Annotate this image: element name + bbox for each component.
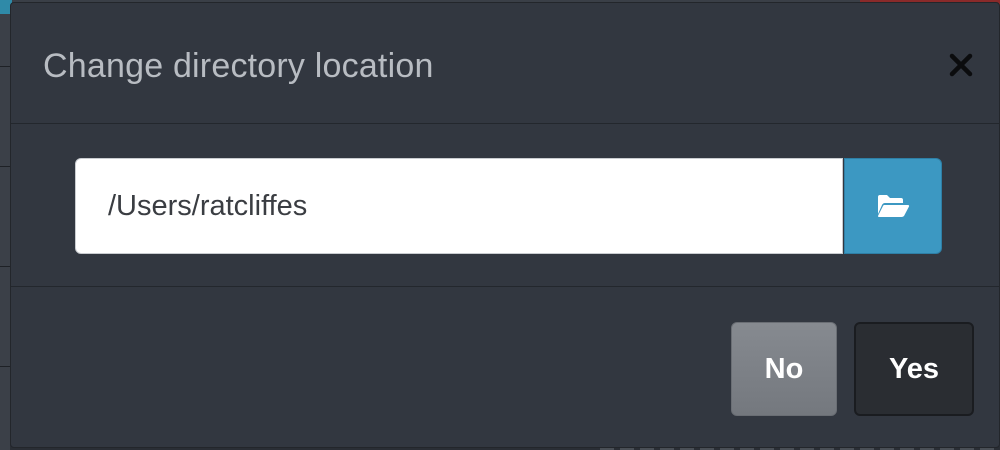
change-directory-dialog: Change directory location No Yes [10, 2, 1000, 448]
background-divider [0, 166, 10, 167]
dialog-footer: No Yes [11, 287, 999, 447]
close-icon [949, 53, 973, 77]
dialog-header: Change directory location [11, 3, 999, 124]
dialog-body [11, 124, 999, 287]
dialog-title: Change directory location [43, 47, 434, 85]
close-button[interactable] [946, 48, 976, 82]
folder-open-icon [877, 195, 910, 217]
background-divider [0, 366, 10, 367]
yes-button[interactable]: Yes [854, 322, 974, 416]
browse-folder-button[interactable] [844, 158, 942, 254]
background-sidebar [0, 14, 10, 450]
no-button[interactable]: No [731, 322, 837, 416]
background-divider [0, 66, 10, 67]
background-divider [0, 266, 10, 267]
directory-path-input[interactable] [75, 158, 843, 254]
